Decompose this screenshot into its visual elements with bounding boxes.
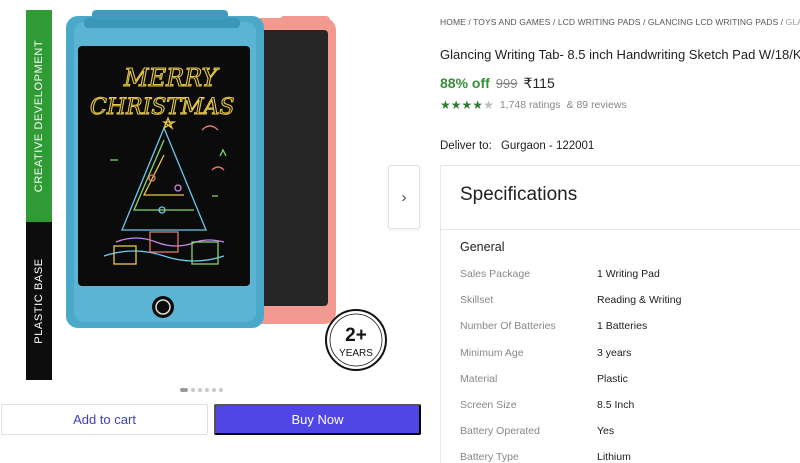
breadcrumb-item[interactable]: HOME <box>440 17 466 27</box>
breadcrumb-item[interactable]: GLANCING WR <box>786 17 800 27</box>
deliver-pincode: Gurgaon - 122001 <box>500 140 595 152</box>
product-details: HOME / TOYS AND GAMES / LCD WRITING PADS… <box>440 0 800 463</box>
feature-band: CREATIVE DEVELOPMENT PLASTIC BASE <box>26 10 52 380</box>
carousel-dot[interactable] <box>205 388 209 392</box>
spec-value: 3 years <box>597 346 632 359</box>
breadcrumb-separator: / <box>550 17 558 27</box>
breadcrumb-separator: / <box>778 17 786 27</box>
carousel-dots <box>180 388 223 392</box>
spec-label: Skillset <box>460 294 494 307</box>
spec-label: Screen Size <box>460 399 517 411</box>
band-creative-development: CREATIVE DEVELOPMENT <box>26 10 52 222</box>
image-gallery: CREATIVE DEVELOPMENT PLASTIC BASE MERRY … <box>0 0 432 463</box>
delivery-location[interactable]: Deliver to: Gurgaon - 122001 <box>440 140 594 152</box>
deliver-label: Deliver to: <box>440 140 492 152</box>
discount-percent: 88% off <box>440 75 490 91</box>
breadcrumb-separator: / <box>640 17 648 27</box>
star-icon: ★ <box>483 98 494 112</box>
age-badge-unit: YEARS <box>339 348 373 359</box>
carousel-dot[interactable] <box>191 388 195 392</box>
star-icon: ★ <box>440 98 451 112</box>
band-top-label: CREATIVE DEVELOPMENT <box>33 39 45 193</box>
selling-price: ₹115 <box>523 75 555 91</box>
original-price: 999 <box>495 76 518 91</box>
spec-value: 1 Batteries <box>597 320 648 333</box>
screen-text-merry: MERRY <box>123 64 219 92</box>
next-image-button[interactable]: › <box>388 165 420 229</box>
breadcrumb-item[interactable]: GLANCING LCD WRITING PADS <box>648 17 778 27</box>
spec-value: Reading & Writing <box>597 294 682 307</box>
spec-value: Plastic <box>597 372 628 385</box>
carousel-dot[interactable] <box>212 388 216 392</box>
spec-label: Material <box>460 372 498 385</box>
star-icon: ★ <box>472 98 484 112</box>
breadcrumb-item[interactable]: LCD WRITING PADS <box>558 17 641 27</box>
carousel-dot[interactable] <box>219 388 223 392</box>
spec-label: Minimum Age <box>460 346 524 359</box>
carousel-dot[interactable] <box>180 388 188 392</box>
product-title: Glancing Writing Tab- 8.5 inch Handwriti… <box>440 47 800 62</box>
spec-value: 1 Writing Pad <box>597 268 660 280</box>
rating-row[interactable]: ★ ★ ★ ★ ★ 1,748 ratings & 89 reviews <box>440 99 627 111</box>
spec-label: Battery Type <box>460 451 519 463</box>
breadcrumb: HOME / TOYS AND GAMES / LCD WRITING PADS… <box>440 17 800 27</box>
spec-value: Yes <box>597 425 615 438</box>
spec-label: Number Of Batteries <box>460 320 556 333</box>
chevron-right-icon: › <box>401 188 407 206</box>
spec-label: Sales Package <box>460 268 531 280</box>
carousel-dot[interactable] <box>198 388 202 392</box>
star-icon: ★ <box>461 98 473 112</box>
specifications-card: Specifications General Sales Package 1 Wr… <box>440 165 800 463</box>
product-image[interactable]: MERRY CHRISTMAS 2+ YEARS <box>52 10 392 380</box>
age-badge-number: 2+ <box>345 325 367 346</box>
specifications-title: Specifications <box>460 184 578 205</box>
spec-label: Battery Operated <box>460 425 540 438</box>
band-plastic-base: PLASTIC BASE <box>26 222 52 380</box>
spec-section-general: General <box>460 240 505 254</box>
buy-now-button[interactable]: Buy Now <box>214 404 421 435</box>
breadcrumb-item[interactable]: TOYS AND GAMES <box>473 17 550 27</box>
price-row: 88% off 999 ₹115 <box>440 75 555 92</box>
spec-value: 8.5 Inch <box>597 399 635 411</box>
add-to-cart-button[interactable]: Add to cart <box>1 404 208 435</box>
product-page: CREATIVE DEVELOPMENT PLASTIC BASE MERRY … <box>0 0 800 463</box>
star-icon: ★ <box>450 98 462 112</box>
ratings-count: 1,748 ratings <box>499 99 561 111</box>
reviews-count: & 89 reviews <box>566 99 627 111</box>
specifications-header: Specifications <box>441 166 800 230</box>
screen-text-christmas: CHRISTMAS <box>90 95 235 120</box>
age-badge: 2+ YEARS <box>325 309 387 371</box>
star-rating: ★ ★ ★ ★ ★ <box>440 99 494 111</box>
band-bottom-label: PLASTIC BASE <box>33 258 45 344</box>
spec-value: Lithium <box>597 451 631 463</box>
